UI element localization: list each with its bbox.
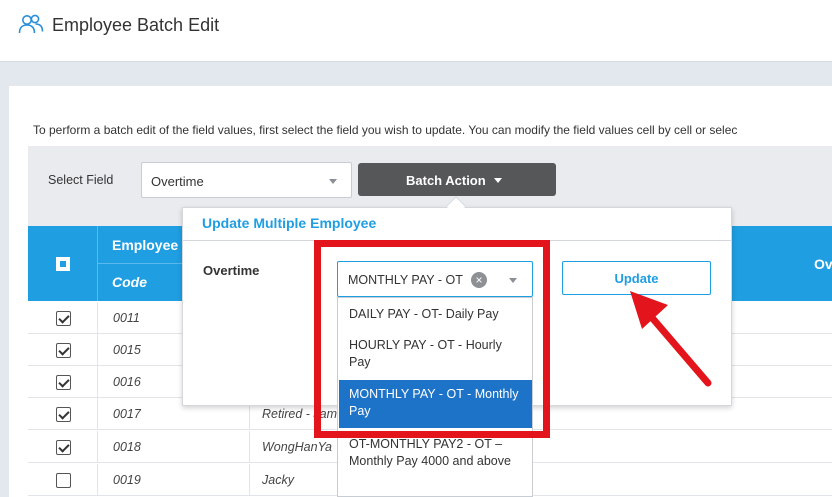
instructions-text: To perform a batch edit of the field val… [33,123,738,137]
batch-action-button[interactable]: Batch Action [358,163,556,196]
header-overtime: Ov [814,256,832,272]
chevron-down-icon [329,179,337,184]
row-code: 0011 [113,311,140,325]
batch-action-label: Batch Action [406,173,486,188]
overtime-option[interactable]: OT-MONTHLY PAY2 - OT – Monthly Pay 4000 … [339,436,532,492]
page-header: Employee Batch Edit [0,0,832,62]
header-employee: Employee [112,237,179,253]
row-code: 0018 [113,440,141,454]
field-select-value: Overtime [151,174,204,189]
select-all-checkbox[interactable] [56,257,70,271]
select-field-label: Select Field [48,173,114,187]
field-select[interactable]: Overtime [141,162,352,198]
annotation-highlight-box [314,240,550,438]
overtime-label: Overtime [203,263,260,278]
row-checkbox[interactable] [56,343,71,358]
row-checkbox[interactable] [56,375,71,390]
row-checkbox[interactable] [56,311,71,326]
page-title: Employee Batch Edit [52,15,220,35]
popup-title: Update Multiple Employee [202,215,377,231]
caret-down-icon [494,178,502,183]
row-code: 0015 [113,343,141,357]
annotation-arrow-icon [630,291,712,387]
row-name: Jacky [262,473,294,487]
users-icon [18,14,44,34]
row-code: 0016 [113,375,141,389]
select-all-column [28,226,98,301]
row-code: 0019 [113,473,141,487]
header-code: Code [112,274,147,290]
row-checkbox[interactable] [56,440,71,455]
row-checkbox[interactable] [56,407,71,422]
row-checkbox[interactable] [56,473,71,488]
row-code: 0017 [113,407,141,421]
row-name: WongHanYa [262,440,332,454]
